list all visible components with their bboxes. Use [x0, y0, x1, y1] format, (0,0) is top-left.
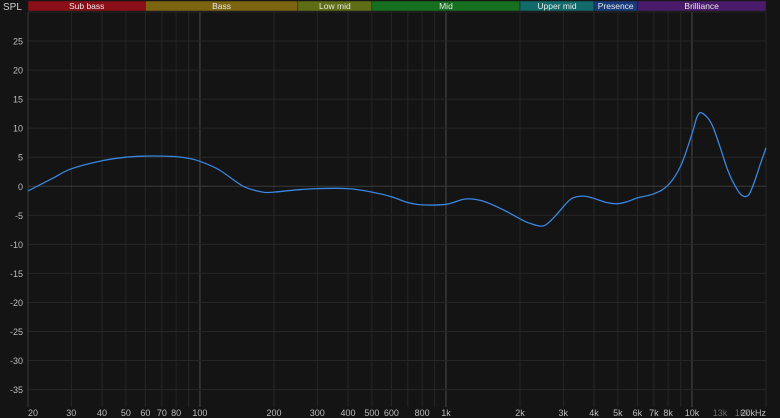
x-tick-label: 60 [140, 408, 150, 418]
x-tick-label: 2k [515, 408, 525, 418]
x-tick-label: 800 [415, 408, 430, 418]
x-tick-label: 10k [685, 408, 700, 418]
x-tick-label: 8k [663, 408, 673, 418]
band-label: Upper mid [537, 1, 576, 11]
x-tick-label: 3k [559, 408, 569, 418]
x-tick-label: 400 [341, 408, 356, 418]
y-tick-label: -5 [15, 211, 23, 221]
y-tick-label: -10 [10, 240, 23, 250]
x-tick-label: 300 [310, 408, 325, 418]
x-tick-label: 200 [266, 408, 281, 418]
y-tick-label: -15 [10, 269, 23, 279]
y-axis-label: SPL [3, 2, 22, 13]
band-label: Presence [598, 1, 634, 11]
y-tick-label: -35 [10, 385, 23, 395]
x-tick-label: 5k [613, 408, 623, 418]
band-label: Mid [439, 1, 453, 11]
band-label: Bass [212, 1, 231, 11]
frequency-band-bar: Sub bass Bass Low mid Mid Upper mid Presence B… [27, 0, 767, 12]
band-label: Low mid [319, 1, 351, 11]
x-tick-label: 20kHz [740, 408, 766, 418]
x-tick-label: 20 [28, 408, 38, 418]
x-tick-label: 4k [589, 408, 599, 418]
y-tick-label: 15 [13, 95, 23, 105]
y-tick-label: 0 [18, 182, 23, 192]
y-tick-label: 10 [13, 124, 23, 134]
x-tick-label: 50 [121, 408, 131, 418]
x-tick-label: 500 [364, 408, 379, 418]
x-tick-label: 13k [713, 408, 728, 418]
band-label: Brilliance [684, 1, 719, 11]
band-label: Sub bass [69, 1, 104, 11]
x-tick-label: 6k [633, 408, 643, 418]
y-tick-label: -25 [10, 327, 23, 337]
y-tick-label: 5 [18, 153, 23, 163]
y-tick-label: 20 [13, 66, 23, 76]
x-tick-label: 30 [66, 408, 76, 418]
x-tick-label: 600 [384, 408, 399, 418]
x-tick-label: 70 [157, 408, 167, 418]
x-tick-label: 80 [171, 408, 181, 418]
chart-background [0, 0, 780, 418]
x-tick-label: 7k [649, 408, 659, 418]
y-tick-label: -20 [10, 298, 23, 308]
x-tick-label: 100 [192, 408, 207, 418]
y-tick-label: 25 [13, 37, 23, 47]
y-tick-label: -30 [10, 356, 23, 366]
frequency-response-chart: Sub bass Bass Low mid Mid Upper mid Presence B… [0, 0, 780, 418]
x-tick-label: 1k [441, 408, 451, 418]
x-tick-label: 40 [97, 408, 107, 418]
